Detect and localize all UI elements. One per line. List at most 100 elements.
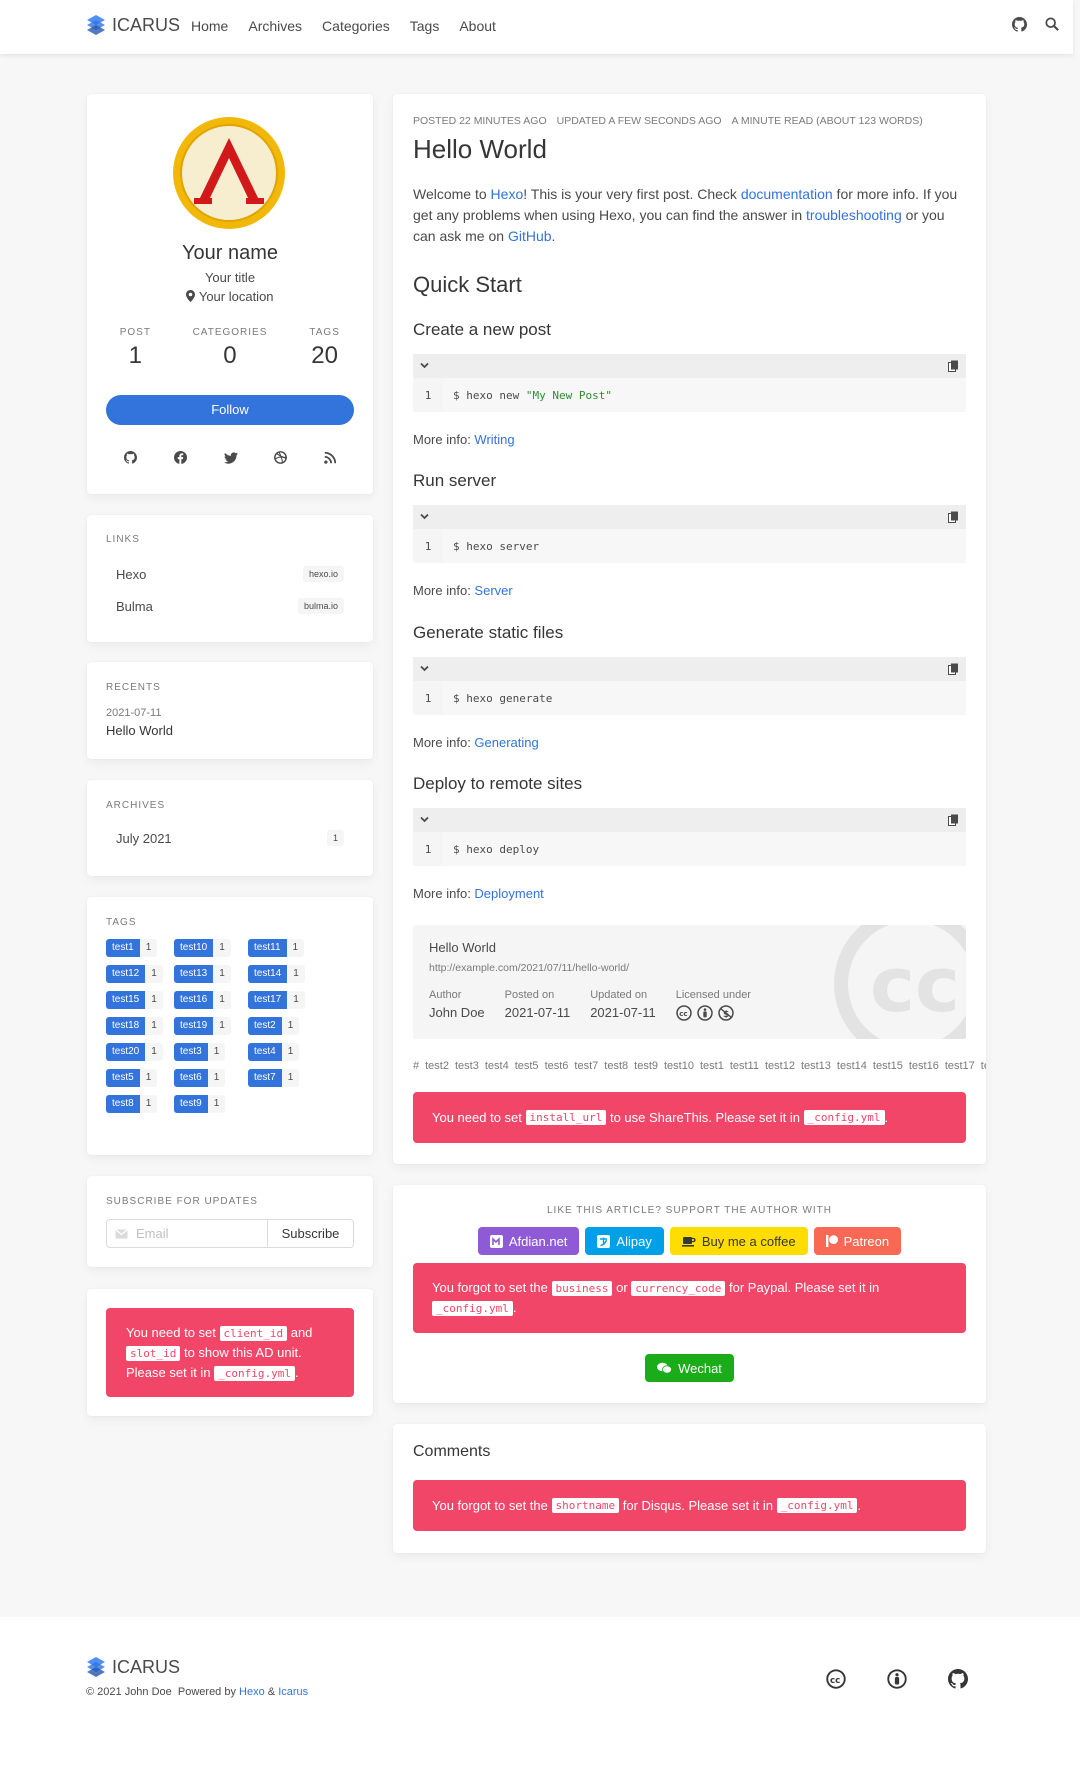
afdian-button[interactable]: Afdian.net	[477, 1227, 580, 1255]
github-icon[interactable]	[948, 1669, 968, 1689]
post-tag-link[interactable]: test16	[909, 1060, 939, 1072]
wechat-button[interactable]: Wechat	[645, 1354, 734, 1382]
tag-item[interactable]: test16 1	[174, 991, 248, 1009]
follow-button[interactable]: Follow	[106, 395, 354, 425]
copy-icon[interactable]	[948, 360, 959, 372]
subscribe-button[interactable]: Subscribe	[268, 1219, 354, 1248]
post-tag-link[interactable]: test7	[574, 1060, 598, 1072]
documentation-link[interactable]: documentation	[741, 186, 833, 202]
post-tag-link[interactable]: test10	[664, 1060, 694, 1072]
notice-text: .	[857, 1498, 862, 1513]
dribbble-icon[interactable]	[274, 451, 288, 464]
patreon-button[interactable]: Patreon	[813, 1227, 902, 1255]
buymeacoffee-button[interactable]: Buy me a coffee	[669, 1227, 808, 1255]
footer-logo[interactable]: ICARUS	[86, 1656, 180, 1678]
post-tag-link[interactable]: test3	[455, 1060, 479, 1072]
generating-link[interactable]: Generating	[474, 735, 538, 750]
post-tag-link[interactable]: test8	[604, 1060, 628, 1072]
tag-item[interactable]: test19 1	[174, 1017, 248, 1035]
tag-item[interactable]: test14 1	[248, 965, 320, 983]
post-tag-link[interactable]: test13	[801, 1060, 831, 1072]
facebook-icon[interactable]	[173, 451, 187, 464]
post-tag-link[interactable]: test6	[545, 1060, 569, 1072]
tag-item[interactable]: test15 1	[106, 991, 174, 1009]
copy-icon[interactable]	[948, 814, 959, 826]
chevron-down-icon[interactable]	[420, 665, 429, 672]
tags-cloud: test1 1 test10 1 test11 1 test12 1 test13 1 test14…	[106, 939, 356, 1113]
post-title[interactable]: Hello World	[413, 134, 547, 165]
license-url[interactable]: http://example.com/2021/07/11/hello-worl…	[429, 962, 629, 974]
link-item[interactable]: Bulma bulma.io	[116, 598, 344, 614]
github-icon[interactable]	[1012, 17, 1027, 32]
stat-label: POST	[119, 327, 151, 338]
nav-archives[interactable]: Archives	[248, 18, 302, 34]
tag-item[interactable]: test8 1	[106, 1095, 174, 1113]
tag-item[interactable]: test5 1	[106, 1069, 174, 1087]
stat-categories[interactable]: CATEGORIES 0	[185, 327, 275, 370]
alipay-button[interactable]: Alipay	[585, 1227, 664, 1255]
chevron-down-icon[interactable]	[420, 816, 429, 823]
archive-item[interactable]: July 2021 1	[116, 830, 344, 846]
server-link[interactable]: Server	[474, 583, 512, 598]
email-field[interactable]: Email	[106, 1219, 268, 1248]
post-tag-link[interactable]: test5	[515, 1060, 539, 1072]
tag-item[interactable]: test9 1	[174, 1095, 248, 1113]
tag-item[interactable]: test6 1	[174, 1069, 248, 1087]
tag-item[interactable]: test12 1	[106, 965, 174, 983]
chevron-down-icon[interactable]	[420, 513, 429, 520]
github-link[interactable]: GitHub	[508, 228, 552, 244]
tag-item[interactable]: test7 1	[248, 1069, 320, 1087]
twitter-icon[interactable]	[223, 451, 238, 464]
stat-posts[interactable]: POST 1	[100, 327, 170, 370]
tag-item[interactable]: test11 1	[248, 939, 320, 957]
hexo-footer-link[interactable]: Hexo	[239, 1686, 265, 1698]
troubleshooting-link[interactable]: troubleshooting	[806, 207, 902, 223]
post-tag-link[interactable]: test12	[765, 1060, 795, 1072]
code-command: $ hexo new	[453, 388, 526, 402]
post-tag-link[interactable]: test14	[837, 1060, 867, 1072]
post-tag-link[interactable]: test15	[873, 1060, 903, 1072]
tag-item[interactable]: test10 1	[174, 939, 248, 957]
navbar-logo[interactable]: ICARUS	[86, 14, 180, 36]
tag-item[interactable]: test17 1	[248, 991, 320, 1009]
archive-month: July 2021	[116, 830, 172, 846]
nav-home[interactable]: Home	[191, 18, 228, 34]
search-icon[interactable]	[1045, 17, 1059, 31]
tag-item[interactable]: test3 1	[174, 1043, 248, 1061]
cc-icon[interactable]: cc	[676, 1005, 692, 1021]
cc-attribution-icon[interactable]	[887, 1669, 907, 1689]
deployment-link[interactable]: Deployment	[474, 886, 543, 901]
github-icon[interactable]	[124, 451, 137, 464]
rss-icon[interactable]	[324, 451, 336, 464]
hexo-link[interactable]: Hexo	[491, 186, 524, 202]
chevron-down-icon[interactable]	[420, 362, 429, 369]
copy-icon[interactable]	[948, 663, 959, 675]
tag-item[interactable]: test13 1	[174, 965, 248, 983]
icarus-footer-link[interactable]: Icarus	[278, 1686, 308, 1698]
copy-icon[interactable]	[948, 511, 959, 523]
cc-nc-icon[interactable]: $	[718, 1005, 734, 1021]
nav-about[interactable]: About	[459, 18, 496, 34]
link-item[interactable]: Hexo hexo.io	[116, 566, 344, 582]
post-tag-link[interactable]: test9	[634, 1060, 658, 1072]
stat-tags[interactable]: TAGS 20	[290, 327, 360, 370]
nav-tags[interactable]: Tags	[410, 18, 440, 34]
tag-item[interactable]: test1 1	[106, 939, 174, 957]
post-tag-link[interactable]: test1	[700, 1060, 724, 1072]
tag-item[interactable]: test18 1	[106, 1017, 174, 1035]
tag-item[interactable]: test20 1	[106, 1043, 174, 1061]
tag-item[interactable]: test4 1	[248, 1043, 320, 1061]
post-tag-link[interactable]: test17	[945, 1060, 975, 1072]
post-tag-link[interactable]: test18	[981, 1060, 986, 1072]
cc-by-icon[interactable]	[697, 1005, 713, 1021]
more-info-prefix: More info:	[413, 583, 475, 598]
creative-commons-icon[interactable]: cc	[826, 1669, 846, 1689]
tag-item[interactable]: test2 1	[248, 1017, 320, 1035]
nav-categories[interactable]: Categories	[322, 18, 390, 34]
post-tag-link[interactable]: test4	[485, 1060, 509, 1072]
post-tag-link[interactable]: test11	[730, 1060, 759, 1072]
paypal-notice: You forgot to set the business or curren…	[413, 1263, 966, 1333]
recent-post-title[interactable]: Hello World	[106, 723, 173, 738]
writing-link[interactable]: Writing	[474, 432, 514, 447]
post-tag-link[interactable]: test2	[425, 1060, 449, 1072]
